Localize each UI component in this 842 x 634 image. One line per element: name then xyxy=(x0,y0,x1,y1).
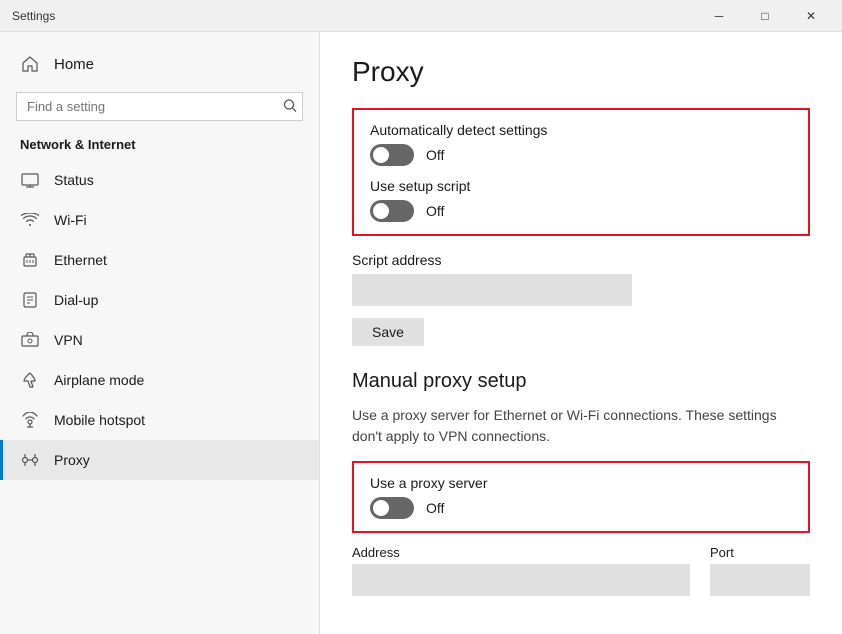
sidebar-item-ethernet[interactable]: Ethernet xyxy=(0,240,319,280)
titlebar-title: Settings xyxy=(12,9,55,23)
hotspot-icon xyxy=(20,410,40,430)
sidebar-item-label: Airplane mode xyxy=(54,372,144,388)
manual-proxy-title: Manual proxy setup xyxy=(352,370,810,393)
status-icon xyxy=(20,170,40,190)
setup-script-toggle-row: Off xyxy=(370,200,792,222)
proxy-icon xyxy=(20,450,40,470)
search-input[interactable] xyxy=(16,92,303,121)
minimize-button[interactable]: ─ xyxy=(696,0,742,32)
dialup-icon xyxy=(20,290,40,310)
sidebar-item-label: Ethernet xyxy=(54,252,107,268)
address-input[interactable] xyxy=(352,564,690,596)
script-address-section: Script address Save xyxy=(352,252,810,346)
sidebar-item-hotspot[interactable]: Mobile hotspot xyxy=(0,400,319,440)
home-icon xyxy=(20,54,40,74)
address-port-row: Address Port xyxy=(352,545,810,596)
setup-script-value: Off xyxy=(426,203,444,219)
setup-script-label: Use setup script xyxy=(370,178,792,194)
home-label: Home xyxy=(54,56,94,73)
auto-detect-label: Automatically detect settings xyxy=(370,122,792,138)
port-input[interactable] xyxy=(710,564,810,596)
sidebar-item-label: Wi-Fi xyxy=(54,212,87,228)
sidebar-item-airplane[interactable]: Airplane mode xyxy=(0,360,319,400)
sidebar-item-label: Status xyxy=(54,172,94,188)
sidebar-item-label: Dial-up xyxy=(54,292,98,308)
app-body: Home Network & Internet Status xyxy=(0,32,842,634)
ethernet-icon xyxy=(20,250,40,270)
sidebar-item-status[interactable]: Status xyxy=(0,160,319,200)
content-area: Proxy Automatically detect settings Off … xyxy=(320,32,842,634)
auto-detect-value: Off xyxy=(426,147,444,163)
sidebar-item-label: Proxy xyxy=(54,452,90,468)
titlebar-controls: ─ □ ✕ xyxy=(696,0,834,32)
wifi-icon xyxy=(20,210,40,230)
save-button[interactable]: Save xyxy=(352,318,424,346)
address-label: Address xyxy=(352,545,690,560)
page-title: Proxy xyxy=(352,56,810,88)
setup-script-toggle[interactable] xyxy=(370,200,414,222)
use-proxy-value: Off xyxy=(426,500,444,516)
sidebar-section-title: Network & Internet xyxy=(0,133,319,160)
sidebar-item-label: Mobile hotspot xyxy=(54,412,145,428)
use-proxy-label: Use a proxy server xyxy=(370,475,792,491)
auto-detect-toggle[interactable] xyxy=(370,144,414,166)
sidebar-item-vpn[interactable]: VPN xyxy=(0,320,319,360)
sidebar-search xyxy=(16,92,303,121)
proxy-description: Use a proxy server for Ethernet or Wi-Fi… xyxy=(352,405,810,447)
maximize-button[interactable]: □ xyxy=(742,0,788,32)
address-section: Address xyxy=(352,545,690,596)
search-icon-button[interactable] xyxy=(283,98,297,115)
vpn-icon xyxy=(20,330,40,350)
sidebar-item-wifi[interactable]: Wi-Fi xyxy=(0,200,319,240)
use-proxy-section: Use a proxy server Off xyxy=(352,461,810,533)
sidebar-item-proxy[interactable]: Proxy xyxy=(0,440,319,480)
sidebar-item-dialup[interactable]: Dial-up xyxy=(0,280,319,320)
port-label: Port xyxy=(710,545,810,560)
sidebar: Home Network & Internet Status xyxy=(0,32,320,634)
auto-detect-toggle-row: Off xyxy=(370,144,792,166)
close-button[interactable]: ✕ xyxy=(788,0,834,32)
use-proxy-toggle[interactable] xyxy=(370,497,414,519)
use-proxy-toggle-row: Off xyxy=(370,497,792,519)
automatic-proxy-section: Automatically detect settings Off Use se… xyxy=(352,108,810,236)
port-section: Port xyxy=(710,545,810,596)
airplane-icon xyxy=(20,370,40,390)
script-address-input[interactable] xyxy=(352,274,632,306)
script-address-label: Script address xyxy=(352,252,810,268)
titlebar: Settings ─ □ ✕ xyxy=(0,0,842,32)
sidebar-item-home[interactable]: Home xyxy=(0,44,319,84)
sidebar-item-label: VPN xyxy=(54,332,83,348)
